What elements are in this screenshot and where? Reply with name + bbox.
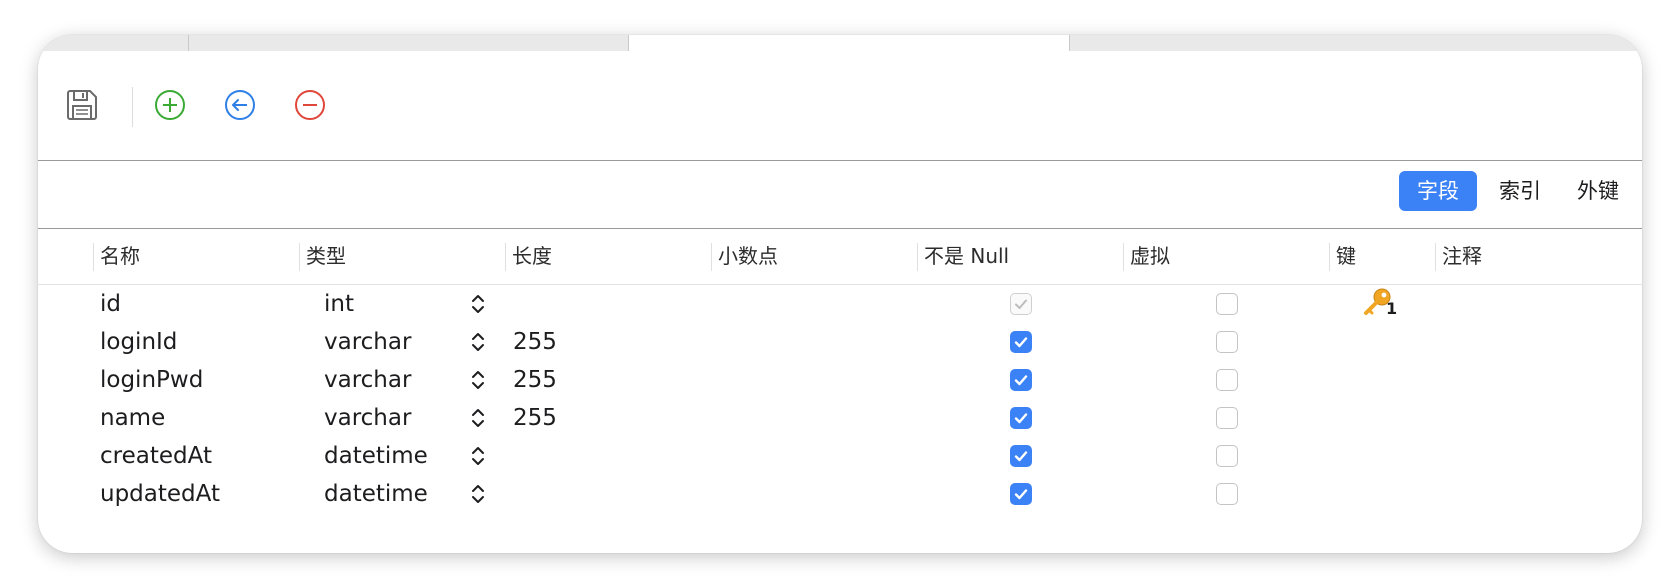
table-row[interactable]: loginId varchar 255: [38, 323, 1642, 361]
field-type-cell[interactable]: varchar: [324, 323, 411, 361]
tab-current[interactable]: [628, 35, 1070, 51]
table-row[interactable]: name varchar 255: [38, 399, 1642, 437]
add-field-button[interactable]: [152, 87, 188, 123]
plus-circle-icon: [155, 90, 185, 120]
field-name-cell[interactable]: updatedAt: [100, 475, 220, 513]
checkmark-icon: [1014, 337, 1028, 348]
field-length-cell[interactable]: 255: [513, 361, 557, 399]
save-icon: [67, 90, 97, 120]
checkmark-icon: [1014, 299, 1027, 309]
virtual-checkbox[interactable]: [1216, 369, 1238, 391]
checkmark-icon: [1014, 413, 1028, 424]
key-order-label: 1: [1386, 299, 1398, 318]
field-name-cell[interactable]: loginId: [100, 323, 177, 361]
not-null-checkbox: [1010, 293, 1032, 315]
field-name-cell[interactable]: loginPwd: [100, 361, 203, 399]
field-name-cell[interactable]: id: [100, 285, 121, 323]
table-row[interactable]: createdAt datetime: [38, 437, 1642, 475]
virtual-checkbox[interactable]: [1216, 483, 1238, 505]
field-length-cell[interactable]: 255: [513, 399, 557, 437]
virtual-checkbox[interactable]: [1216, 445, 1238, 467]
not-null-checkbox[interactable]: [1010, 369, 1032, 391]
column-header-comment[interactable]: 注释: [1435, 229, 1642, 284]
chevron-updown-icon[interactable]: [470, 369, 486, 391]
checkmark-icon: [1014, 375, 1028, 386]
tab-previous[interactable]: [188, 35, 629, 51]
not-null-checkbox[interactable]: [1010, 445, 1032, 467]
table-row[interactable]: loginPwd varchar 255: [38, 361, 1642, 399]
field-table-header: 名称 类型 长度 小数点 不是 Null 虚拟 键 注释: [38, 229, 1642, 285]
field-type-cell[interactable]: datetime: [324, 475, 428, 513]
insert-field-button[interactable]: [222, 87, 258, 123]
chevron-updown-icon[interactable]: [470, 331, 486, 353]
field-type-cell[interactable]: varchar: [324, 399, 411, 437]
chevron-updown-icon[interactable]: [470, 407, 486, 429]
minus-circle-icon: [295, 90, 325, 120]
virtual-checkbox[interactable]: [1216, 293, 1238, 315]
column-header-not-null[interactable]: 不是 Null: [917, 229, 1123, 284]
field-type-cell[interactable]: datetime: [324, 437, 428, 475]
table-row[interactable]: updatedAt datetime: [38, 475, 1642, 513]
field-name-cell[interactable]: createdAt: [100, 437, 212, 475]
column-header-length[interactable]: 长度: [505, 229, 711, 284]
column-header-decimals[interactable]: 小数点: [711, 229, 917, 284]
field-name-cell[interactable]: name: [100, 399, 165, 437]
arrow-left-circle-icon: [225, 90, 255, 120]
chevron-updown-icon[interactable]: [470, 483, 486, 505]
toolbar: [38, 51, 1642, 161]
virtual-checkbox[interactable]: [1216, 331, 1238, 353]
not-null-checkbox[interactable]: [1010, 483, 1032, 505]
segmented-control: 字段 索引 外键: [38, 161, 1642, 229]
segment-fields[interactable]: 字段: [1399, 171, 1477, 211]
field-type-cell[interactable]: varchar: [324, 361, 411, 399]
table-row[interactable]: id int 1: [38, 285, 1642, 323]
not-null-checkbox[interactable]: [1010, 331, 1032, 353]
column-header-name[interactable]: 名称: [93, 229, 299, 284]
field-length-cell[interactable]: 255: [513, 323, 557, 361]
checkmark-icon: [1014, 451, 1028, 462]
chevron-updown-icon[interactable]: [470, 445, 486, 467]
chevron-updown-icon[interactable]: [470, 293, 486, 315]
save-button[interactable]: [64, 87, 100, 123]
column-header-type[interactable]: 类型: [299, 229, 505, 284]
segment-foreign-keys[interactable]: 外键: [1563, 171, 1633, 211]
primary-key-indicator: 1: [1362, 287, 1402, 321]
field-type-cell[interactable]: int: [324, 285, 354, 323]
not-null-checkbox[interactable]: [1010, 407, 1032, 429]
segment-indexes[interactable]: 索引: [1485, 171, 1555, 211]
checkmark-icon: [1014, 489, 1028, 500]
column-header-virtual[interactable]: 虚拟: [1123, 229, 1329, 284]
table-designer-window: 字段 索引 外键 名称 类型 长度 小数点 不是 Null 虚拟 键 注释 id…: [38, 35, 1642, 553]
delete-field-button[interactable]: [292, 87, 328, 123]
toolbar-separator: [132, 87, 133, 127]
tab-strip: [38, 35, 1642, 51]
virtual-checkbox[interactable]: [1216, 407, 1238, 429]
column-header-key[interactable]: 键: [1329, 229, 1435, 284]
